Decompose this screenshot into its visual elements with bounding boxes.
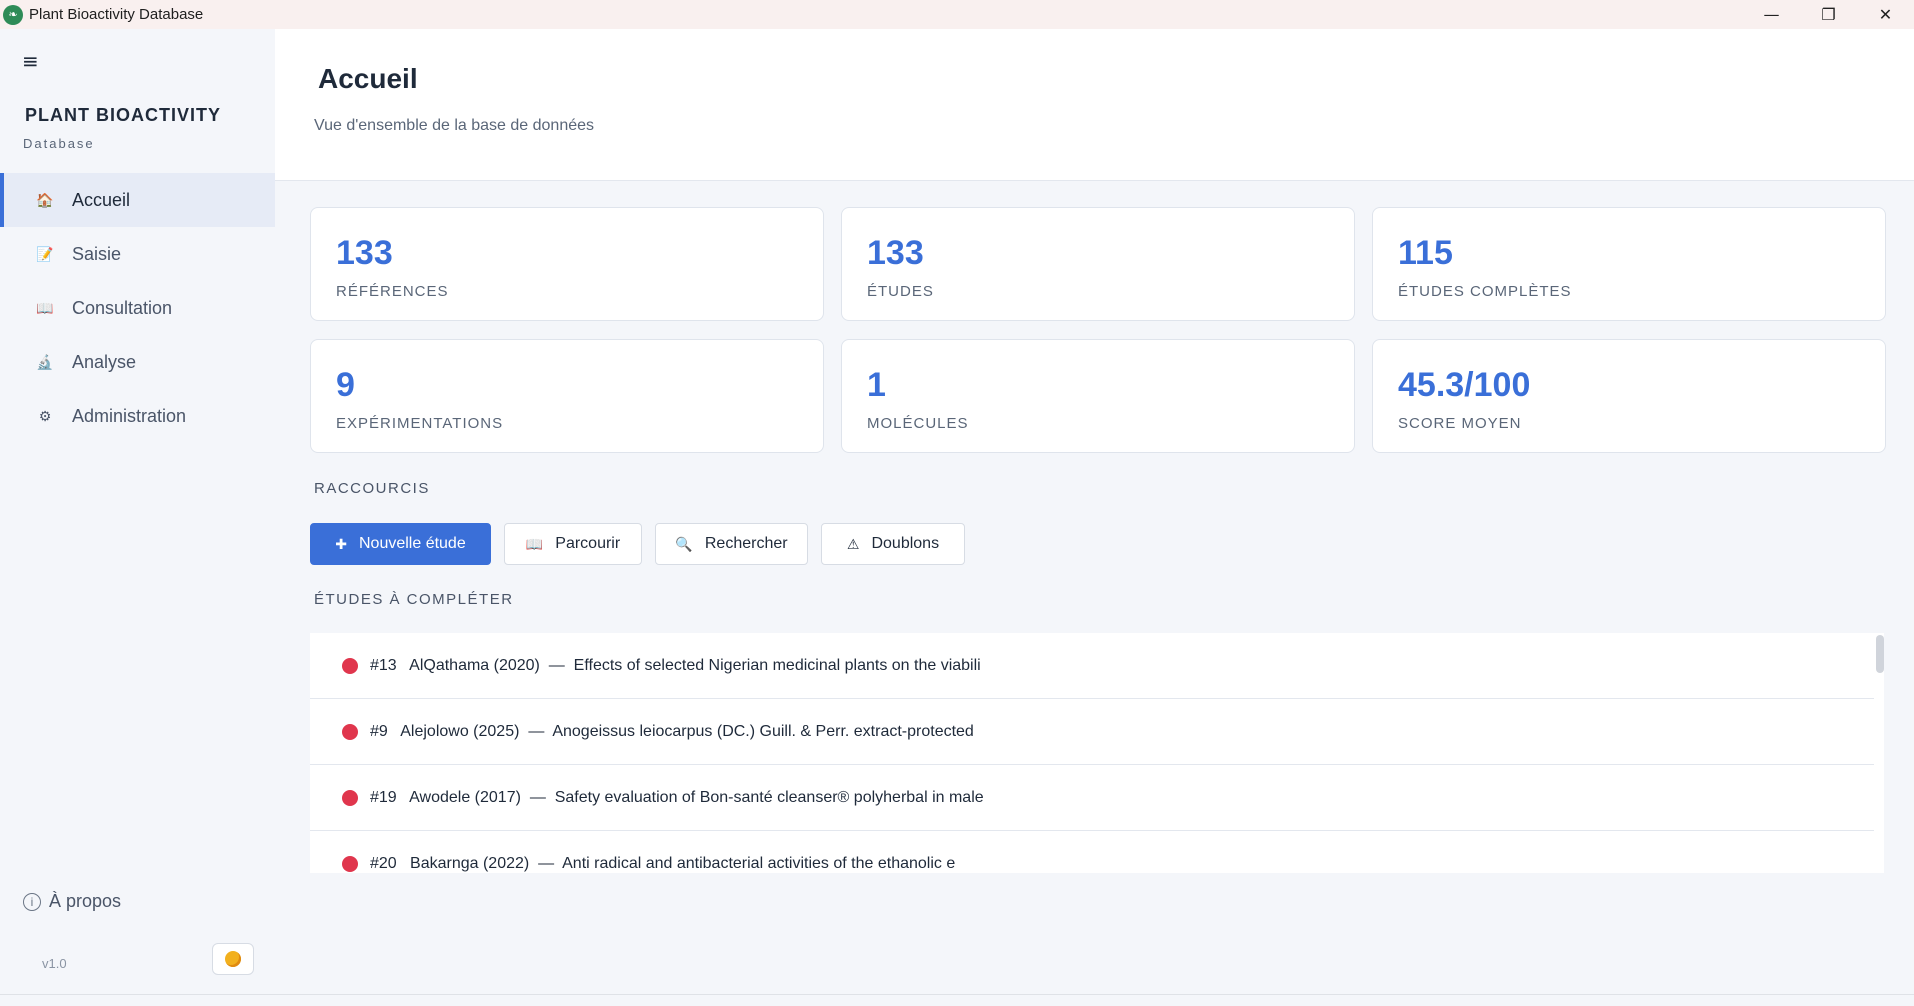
stat-value: 133	[867, 234, 924, 272]
list-item[interactable]: #19 Awodele (2017) — Safety evaluation o…	[310, 765, 1874, 831]
button-label: Parcourir	[555, 535, 621, 552]
warning-icon: ⚠	[846, 535, 860, 552]
search-button[interactable]: 🔍 Rechercher	[655, 523, 808, 565]
sidebar-item-consultation[interactable]: 📖 Consultation	[0, 281, 275, 335]
brand-title: PLANT BIOACTIVITY	[25, 105, 221, 125]
list-item[interactable]: #9 Alejolowo (2025) — Anogeissus leiocar…	[310, 699, 1874, 765]
stat-card-molecules: 1 MOLÉCULES	[841, 339, 1355, 453]
list-item-text: #9 Alejolowo (2025) — Anogeissus leiocar…	[370, 722, 974, 740]
stat-card-references: 133 RÉFÉRENCES	[310, 207, 824, 321]
window-controls: — ❐ ✕	[1743, 0, 1914, 29]
button-label: Rechercher	[704, 535, 788, 552]
stat-card-experimentations: 9 EXPÉRIMENTATIONS	[310, 339, 824, 453]
stat-label: MOLÉCULES	[867, 415, 969, 432]
stat-card-score-moyen: 45.3/100 SCORE MOYEN	[1372, 339, 1886, 453]
status-dot-icon	[342, 723, 358, 740]
to-complete-heading: ÉTUDES À COMPLÉTER	[314, 591, 514, 608]
sidebar-item-label: Administration	[72, 405, 187, 426]
list-item-text: #20 Bakarnga (2022) — Anti radical and a…	[370, 854, 956, 872]
button-label: Nouvelle étude	[358, 535, 466, 552]
theme-toggle-button[interactable]	[212, 943, 254, 975]
about-link[interactable]: i À propos	[23, 891, 121, 912]
sidebar-item-label: Accueil	[72, 189, 131, 210]
shortcuts-heading: RACCOURCIS	[314, 480, 430, 497]
sidebar-nav: 🏠 Accueil 📝 Saisie 📖 Consultation 🔬 Anal…	[0, 173, 275, 443]
duplicates-button[interactable]: ⚠ Doublons	[821, 523, 965, 565]
studies-to-complete-list: #13 AlQathama (2020) — Effects of select…	[310, 633, 1884, 873]
scrollbar-thumb[interactable]	[1876, 635, 1884, 673]
page-title: Accueil	[318, 63, 418, 94]
restore-button[interactable]: ❐	[1800, 0, 1857, 29]
status-bar	[0, 994, 1914, 1006]
hamburger-menu-icon[interactable]: ≡	[22, 49, 39, 73]
about-label: À propos	[49, 891, 122, 911]
status-dot-icon	[342, 657, 358, 674]
sidebar-item-accueil[interactable]: 🏠 Accueil	[0, 173, 275, 227]
page-subtitle: Vue d'ensemble de la base de données	[314, 117, 595, 134]
list-item-text: #13 AlQathama (2020) — Effects of select…	[370, 656, 981, 674]
page-header: Accueil Vue d'ensemble de la base de don…	[275, 29, 1914, 181]
brand-subtitle: Database	[23, 136, 95, 151]
sidebar-item-analyse[interactable]: 🔬 Analyse	[0, 335, 275, 389]
sidebar-item-label: Saisie	[72, 243, 122, 264]
close-button[interactable]: ✕	[1857, 0, 1914, 29]
stat-value: 115	[1398, 234, 1453, 272]
sidebar-item-saisie[interactable]: 📝 Saisie	[0, 227, 275, 281]
stat-label: EXPÉRIMENTATIONS	[336, 415, 504, 432]
app-logo-icon: ❧	[3, 4, 23, 25]
stat-label: RÉFÉRENCES	[336, 283, 449, 300]
plus-icon: ✚	[335, 535, 347, 552]
sidebar-item-label: Analyse	[72, 351, 137, 372]
minimize-button[interactable]: —	[1743, 0, 1800, 29]
sidebar-item-label: Consultation	[72, 297, 173, 318]
status-dot-icon	[342, 789, 358, 806]
window-title: Plant Bioactivity Database	[29, 6, 204, 23]
sidebar-item-administration[interactable]: ⚙ Administration	[0, 389, 275, 443]
list-item[interactable]: #13 AlQathama (2020) — Effects of select…	[310, 633, 1874, 699]
search-icon: 🔍	[675, 535, 693, 552]
list-item[interactable]: #20 Bakarnga (2022) — Anti radical and a…	[310, 831, 1874, 873]
title-bar: ❧ Plant Bioactivity Database — ❐ ✕	[0, 0, 1914, 29]
stat-value: 45.3/100	[1398, 366, 1531, 404]
stat-value: 1	[867, 366, 886, 404]
microscope-icon: 🔬	[36, 353, 54, 370]
button-label: Doublons	[871, 535, 940, 552]
stat-card-etudes-completes: 115 ÉTUDES COMPLÈTES	[1372, 207, 1886, 321]
stat-card-etudes: 133 ÉTUDES	[841, 207, 1355, 321]
browse-button[interactable]: 📖 Parcourir	[504, 523, 642, 565]
stat-label: SCORE MOYEN	[1398, 415, 1522, 432]
list-item-text: #19 Awodele (2017) — Safety evaluation o…	[370, 788, 984, 806]
book-icon: 📖	[36, 299, 54, 316]
gear-icon: ⚙	[38, 407, 52, 424]
book-icon: 📖	[525, 535, 544, 552]
home-icon: 🏠	[36, 191, 54, 208]
stat-label: ÉTUDES COMPLÈTES	[1398, 283, 1572, 300]
version-label: v1.0	[42, 956, 67, 971]
edit-icon: 📝	[36, 245, 54, 262]
info-icon: i	[23, 892, 41, 911]
sun-icon	[225, 951, 241, 967]
stat-label: ÉTUDES	[867, 283, 934, 300]
new-study-button[interactable]: ✚ Nouvelle étude	[310, 523, 491, 565]
sidebar: ≡ PLANT BIOACTIVITY Database 🏠 Accueil 📝…	[0, 29, 275, 994]
stat-value: 133	[336, 234, 393, 272]
stat-value: 9	[336, 366, 355, 404]
status-dot-icon	[342, 855, 358, 872]
